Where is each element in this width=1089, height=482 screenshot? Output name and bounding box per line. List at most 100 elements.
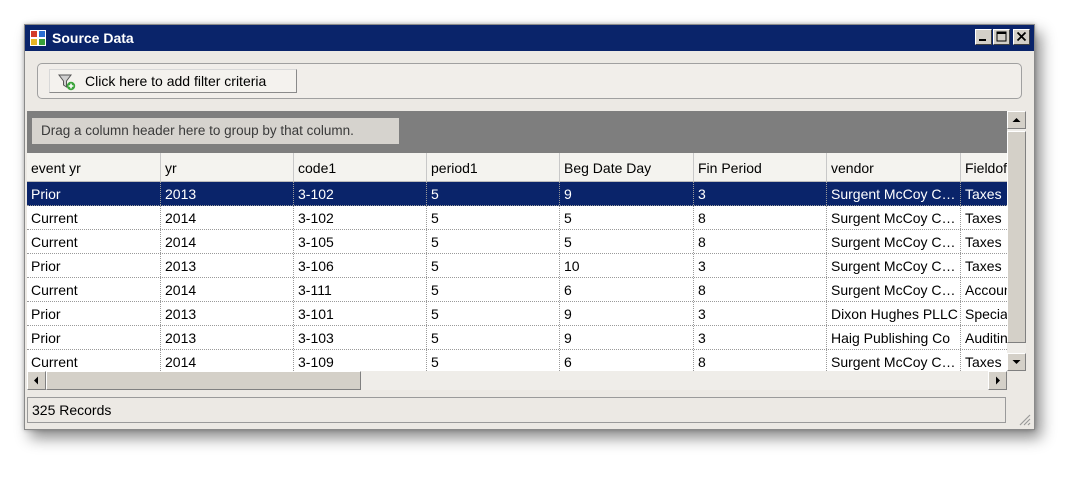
cell-event-yr[interactable]: Current [27,230,161,253]
cell-vendor[interactable]: Surgent McCoy CPE [827,350,961,371]
scroll-right-button[interactable] [988,371,1007,390]
table-row[interactable]: Prior 2013 3-106 5 10 3 Surgent McCoy CPE Taxes [27,254,1007,278]
cell-period1[interactable]: 5 [427,254,560,277]
cell-beg-date-day[interactable]: 9 [560,182,694,205]
column-header-code1[interactable]: code1 [294,153,427,181]
cell-code1[interactable]: 3-105 [294,230,427,253]
scroll-left-button[interactable] [27,371,46,390]
cell-yr[interactable]: 2013 [161,182,294,205]
column-header-yr[interactable]: yr [161,153,294,181]
cell-code1[interactable]: 3-106 [294,254,427,277]
table-row[interactable]: Prior 2013 3-103 5 9 3 Haig Publishing Co Audit… [27,326,1007,350]
cell-beg-date-day[interactable]: 6 [560,350,694,371]
source-data-window: Source Data Click here to add filter cri… [24,24,1035,430]
scroll-down-button[interactable] [1007,353,1026,371]
cell-fin-period[interactable]: 8 [694,230,827,253]
table-row[interactable]: Current 2014 3-109 5 6 8 Surgent McCoy CPE Taxe… [27,350,1007,371]
horizontal-scroll-thumb[interactable] [46,371,361,390]
data-grid[interactable]: event yr yr code1 period1 Beg Date Day F… [27,153,1007,371]
cell-event-yr[interactable]: Current [27,206,161,229]
cell-event-yr[interactable]: Prior [27,182,161,205]
cell-yr[interactable]: 2014 [161,230,294,253]
cell-fieldof[interactable]: Auditing [961,326,1007,349]
cell-yr[interactable]: 2013 [161,254,294,277]
cell-fin-period[interactable]: 3 [694,182,827,205]
cell-code1[interactable]: 3-101 [294,302,427,325]
vertical-scroll-thumb[interactable] [1007,131,1026,343]
cell-period1[interactable]: 5 [427,326,560,349]
cell-fin-period[interactable]: 3 [694,254,827,277]
cell-beg-date-day[interactable]: 9 [560,302,694,325]
cell-event-yr[interactable]: Current [27,278,161,301]
vertical-scrollbar[interactable] [1007,111,1026,371]
cell-yr[interactable]: 2014 [161,206,294,229]
cell-period1[interactable]: 5 [427,206,560,229]
cell-beg-date-day[interactable]: 5 [560,206,694,229]
table-row[interactable]: Current 2014 3-105 5 5 8 Surgent McCoy CPE Taxe… [27,230,1007,254]
resize-grip-icon[interactable] [1015,410,1031,426]
cell-beg-date-day[interactable]: 9 [560,326,694,349]
table-row[interactable]: Current 2014 3-111 5 6 8 Surgent McCoy CPE Acco… [27,278,1007,302]
table-row[interactable]: Current 2014 3-102 5 5 8 Surgent McCoy CPE Taxe… [27,206,1007,230]
cell-yr[interactable]: 2013 [161,326,294,349]
cell-event-yr[interactable]: Prior [27,326,161,349]
cell-period1[interactable]: 5 [427,302,560,325]
cell-event-yr[interactable]: Prior [27,254,161,277]
cell-vendor[interactable]: Surgent McCoy CPE [827,254,961,277]
table-row[interactable]: Prior 2013 3-102 5 9 3 Surgent McCoy CPE Taxes [27,182,1007,206]
column-header-beg-date-day[interactable]: Beg Date Day [560,153,694,181]
column-header-fieldof[interactable]: Fieldof [961,153,1007,181]
cell-fieldof[interactable]: Taxes [961,206,1007,229]
cell-fin-period[interactable]: 3 [694,302,827,325]
table-row[interactable]: Prior20133-101593Dixon Hughes PLLCSpecia… [27,302,1007,326]
app-icon[interactable] [30,30,46,46]
cell-event-yr[interactable]: Current [27,350,161,371]
cell-vendor[interactable]: Surgent McCoy CPE [827,230,961,253]
cell-code1[interactable]: 3-111 [294,278,427,301]
cell-vendor[interactable]: Surgent McCoy CPE [827,278,961,301]
cell-fieldof[interactable]: Specialized [961,302,1007,325]
cell-vendor[interactable]: Haig Publishing Co [827,326,961,349]
scroll-up-button[interactable] [1007,111,1026,129]
cell-beg-date-day[interactable]: 6 [560,278,694,301]
cell-yr[interactable]: 2014 [161,350,294,371]
cell-code1[interactable]: 3-103 [294,326,427,349]
cell-vendor[interactable]: Surgent McCoy CPE [827,206,961,229]
cell-fieldof[interactable]: Taxes [961,350,1007,371]
minimize-button[interactable] [975,29,992,45]
cell-period1[interactable]: 5 [427,182,560,205]
cell-event-yr[interactable]: Prior [27,302,161,325]
add-filter-button[interactable]: Click here to add filter criteria [49,69,297,93]
maximize-button[interactable] [993,29,1010,45]
cell-fieldof[interactable]: Accounting [961,278,1007,301]
group-by-area[interactable]: Drag a column header here to group by th… [27,111,1007,153]
column-header-event-yr[interactable]: event yr [27,153,161,181]
cell-fin-period[interactable]: 3 [694,326,827,349]
cell-period1[interactable]: 5 [427,278,560,301]
cell-fin-period[interactable]: 8 [694,350,827,371]
cell-fieldof[interactable]: Taxes [961,230,1007,253]
cell-vendor[interactable]: Surgent McCoy CPE [827,182,961,205]
cell-code1[interactable]: 3-109 [294,350,427,371]
cell-fieldof[interactable]: Taxes [961,254,1007,277]
cell-period1[interactable]: 5 [427,350,560,371]
column-header-vendor[interactable]: vendor [827,153,961,181]
cell-fieldof[interactable]: Taxes [961,182,1007,205]
cell-vendor[interactable]: Dixon Hughes PLLC [827,302,961,325]
horizontal-scrollbar[interactable] [27,371,1007,390]
cell-beg-date-day[interactable]: 5 [560,230,694,253]
cell-yr[interactable]: 2014 [161,278,294,301]
column-header-fin-period[interactable]: Fin Period [694,153,827,181]
cell-code1[interactable]: 3-102 [294,206,427,229]
title-bar[interactable]: Source Data [25,25,1034,51]
cell-beg-date-day[interactable]: 10 [560,254,694,277]
cell-yr[interactable]: 2013 [161,302,294,325]
cell-fin-period[interactable]: 8 [694,278,827,301]
arrow-right-icon [996,376,1000,385]
cell-fin-period[interactable]: 8 [694,206,827,229]
close-button[interactable] [1013,29,1030,45]
column-header-period1[interactable]: period1 [427,153,560,181]
cell-period1[interactable]: 5 [427,230,560,253]
cell-code1[interactable]: 3-102 [294,182,427,205]
group-by-hint: Drag a column header here to group by th… [32,118,399,144]
